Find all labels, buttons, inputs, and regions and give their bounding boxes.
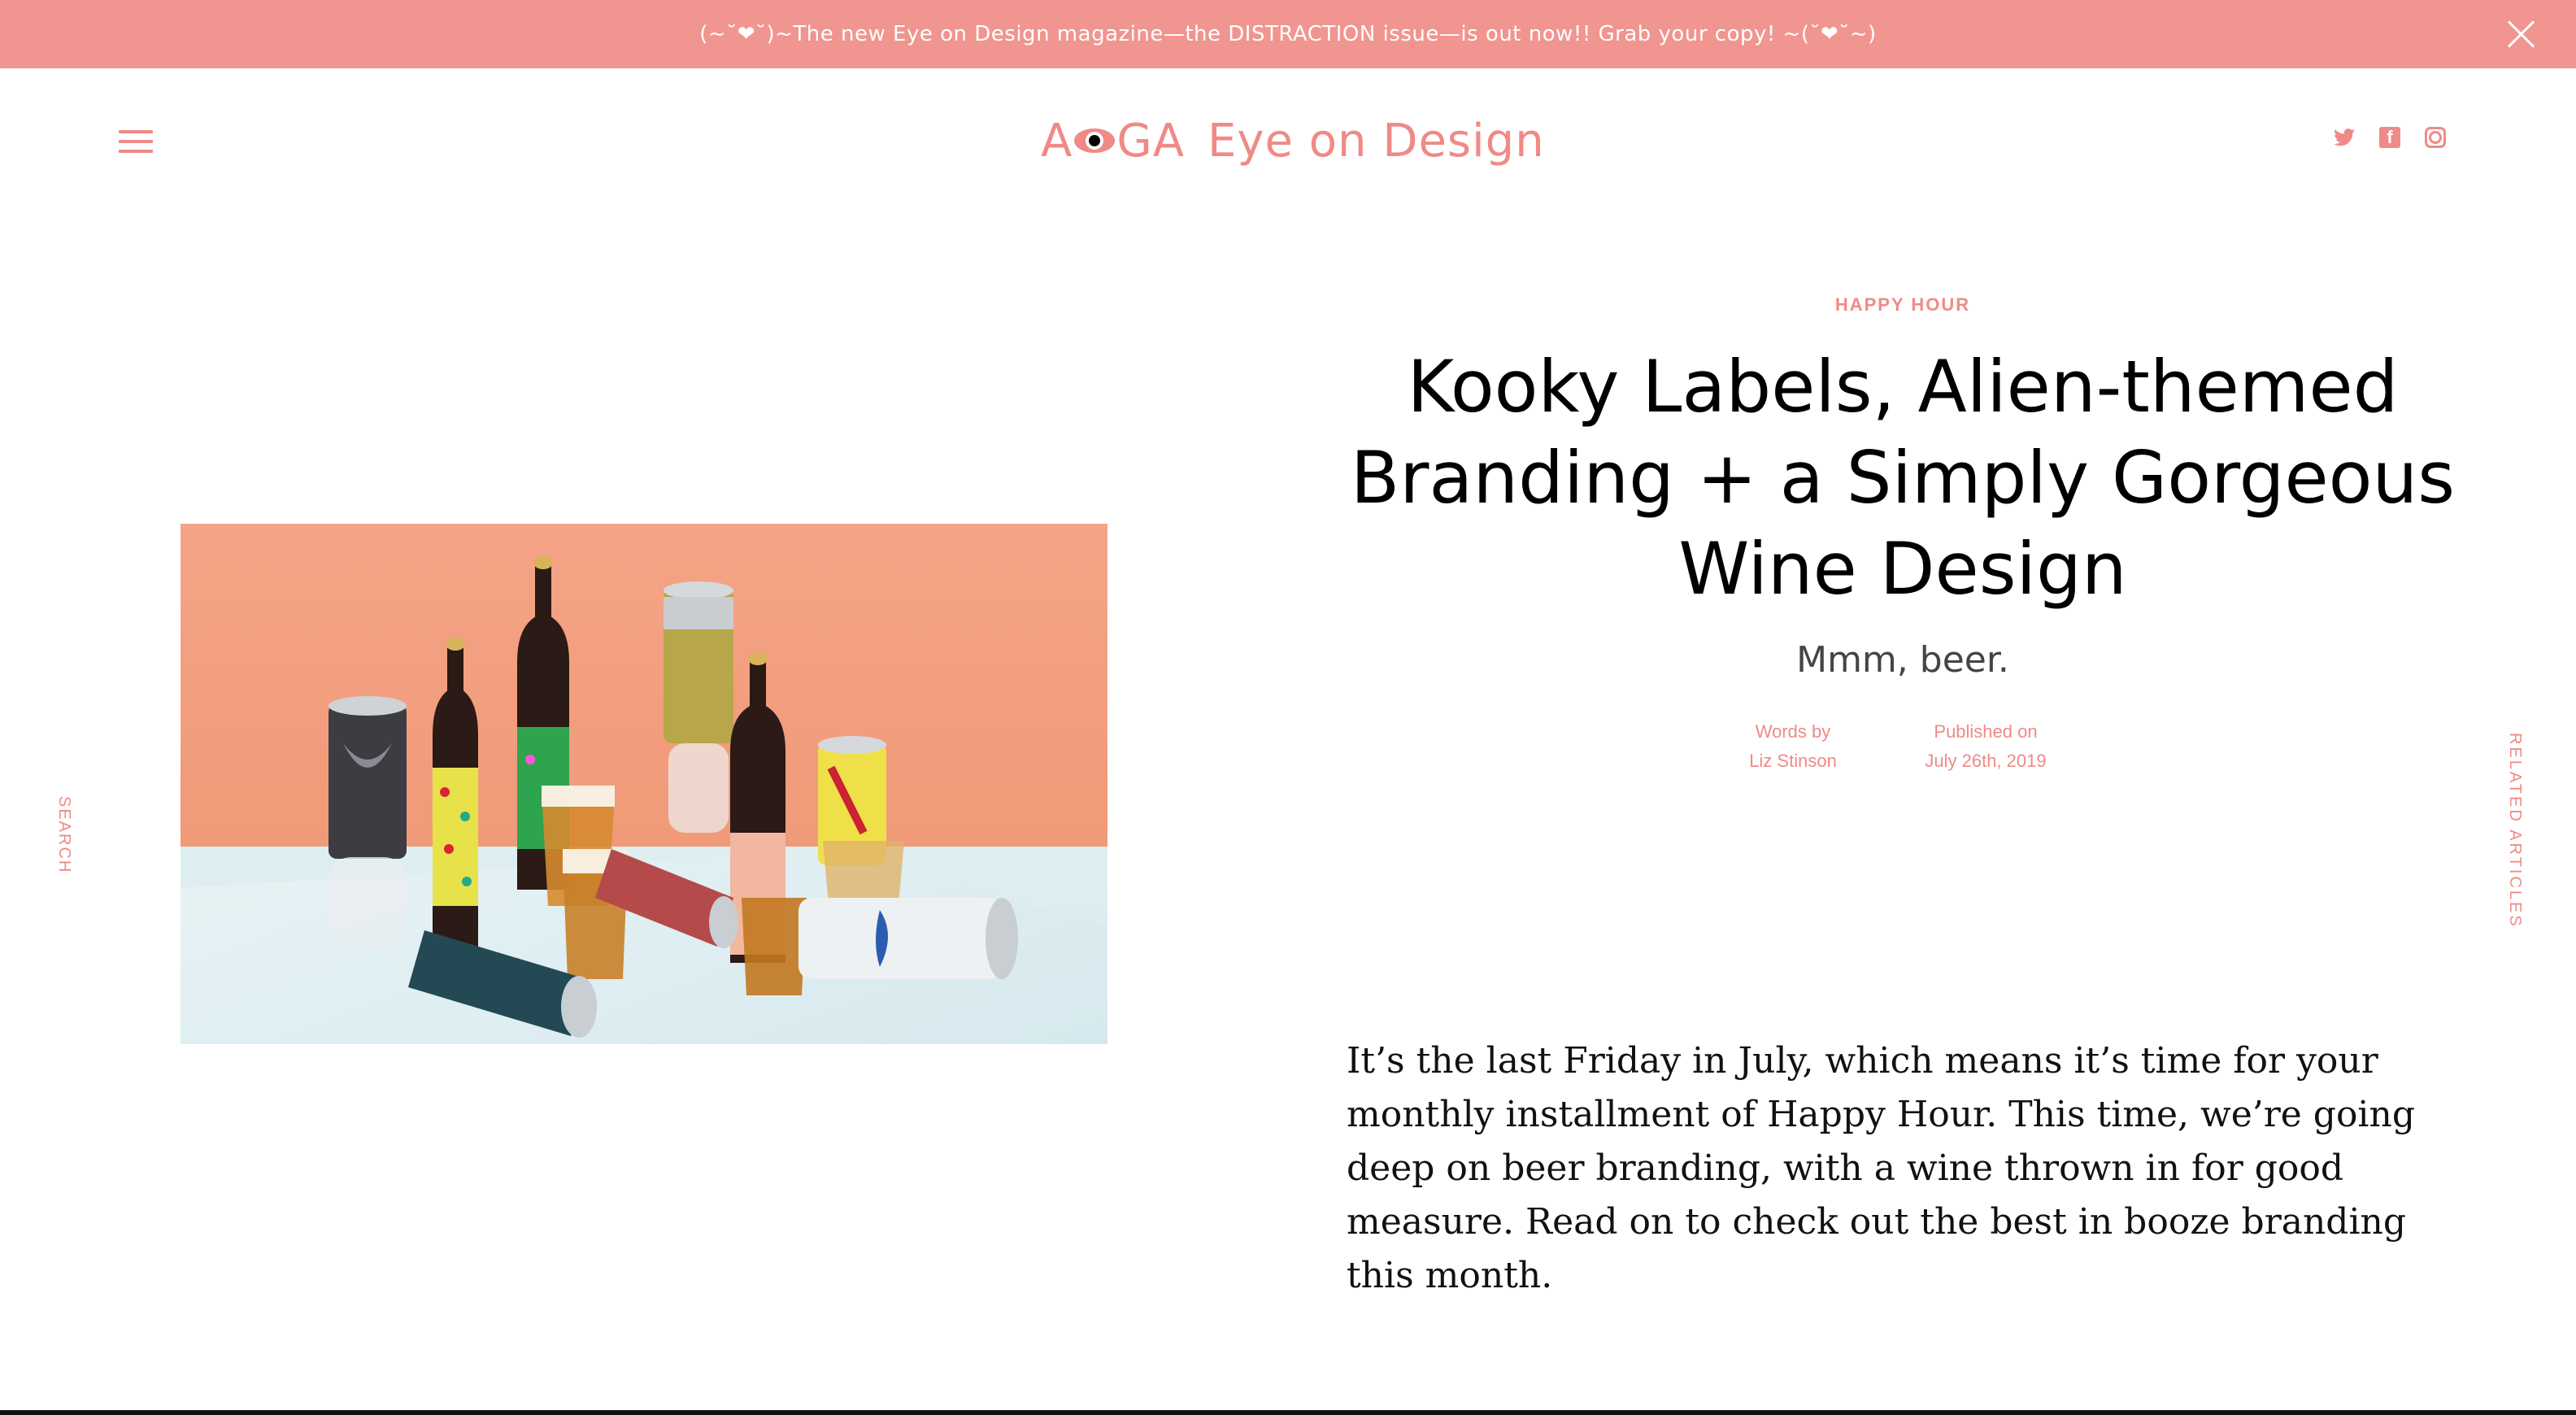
published-date: July 26th, 2019: [1925, 751, 2047, 771]
beer-can-gold: [664, 581, 733, 833]
published-label: Published on: [1934, 721, 2038, 742]
search-tab[interactable]: SEARCH: [50, 790, 73, 880]
author-link[interactable]: Liz Stinson: [1716, 747, 1870, 776]
site-logo[interactable]: A GA Eye on Design: [1041, 112, 1545, 169]
close-icon[interactable]: [2506, 20, 2535, 49]
related-articles-tab[interactable]: RELATED ARTICLES: [2501, 729, 2524, 932]
logo-letters-ga: GA: [1116, 114, 1186, 168]
facebook-icon[interactable]: f: [2379, 127, 2400, 148]
beer-bottle-yellow: [433, 638, 478, 963]
article-title: Kooky Labels, Alien-themed Branding + a …: [1350, 345, 2456, 611]
banner-text[interactable]: (~˘❤˘)~The new Eye on Design magazine—th…: [699, 22, 1876, 46]
beer-can-lying-white: [798, 898, 1018, 979]
hamburger-menu-icon[interactable]: [119, 130, 153, 155]
twitter-icon[interactable]: [2334, 127, 2355, 148]
social-links: f: [2334, 127, 2446, 148]
eye-icon: [1074, 128, 1116, 153]
logo-letter-a: A: [1041, 114, 1073, 168]
category-link[interactable]: HAPPY HOUR: [1708, 294, 2098, 316]
announcement-banner[interactable]: (~˘❤˘)~The new Eye on Design magazine—th…: [0, 0, 2576, 68]
byline: Words by Liz Stinson: [1716, 717, 1870, 776]
window-bottom-edge: [0, 1410, 2576, 1415]
logo-name: Eye on Design: [1208, 114, 1545, 168]
beer-can-black: [327, 696, 408, 947]
hero-image: [181, 524, 1107, 1044]
byline-label: Words by: [1755, 721, 1831, 742]
instagram-icon[interactable]: [2425, 127, 2446, 148]
article-intro: It’s the last Friday in July, which mean…: [1347, 1040, 2416, 1296]
article-dek: Mmm, beer.: [1796, 639, 2009, 681]
publish-info: Published on July 26th, 2019: [1888, 717, 2083, 776]
